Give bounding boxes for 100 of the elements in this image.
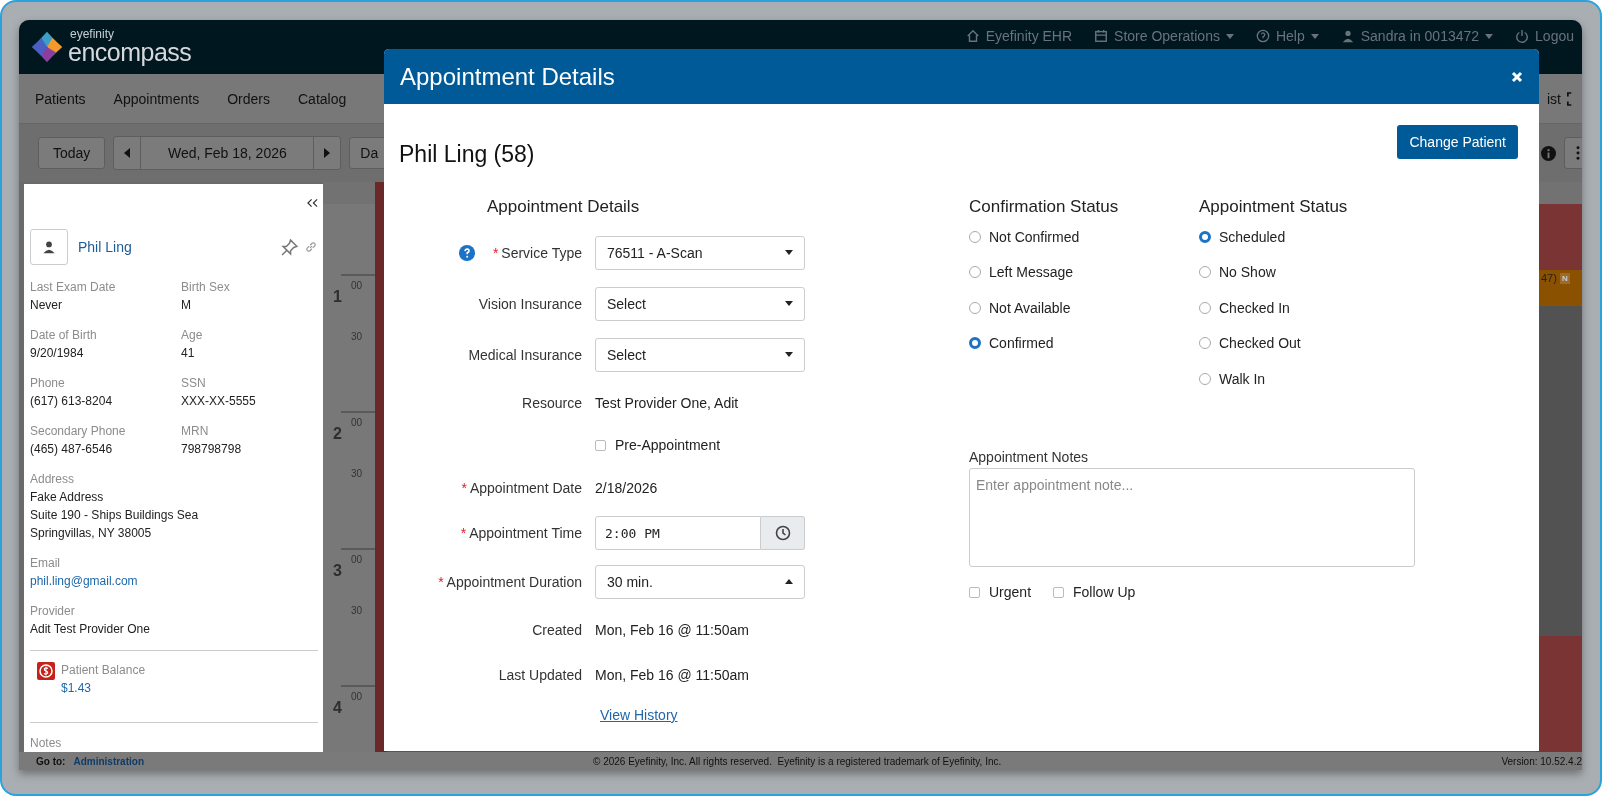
field-label: SSN <box>181 375 207 392</box>
field-value: M <box>181 297 192 314</box>
balance-link[interactable]: $1.43 <box>61 679 146 697</box>
field-value: Adit Test Provider One <box>30 621 151 638</box>
goto-label: Go to: <box>36 755 66 767</box>
field-value: Mon, Feb 16 @ 11:50am <box>595 621 750 638</box>
nav-item[interactable]: Orders <box>227 90 270 107</box>
hour-label: 4 <box>333 698 343 718</box>
address-line: Suite 190 - Ships Buildings Sea <box>30 507 200 524</box>
appointment-text: 47) <box>1541 272 1557 284</box>
change-patient-button[interactable]: Change Patient <box>1397 125 1518 159</box>
checkbox-label: Pre-Appointment <box>615 437 721 453</box>
hour-label: 2 <box>333 424 343 444</box>
field-value: (465) 487-6546 <box>30 441 114 458</box>
radio-label: Left Message <box>989 264 1074 281</box>
field-value: (617) 613-8204 <box>30 393 114 410</box>
patient-heading: Phil Ling (58) <box>399 141 535 168</box>
field-label: Phone <box>30 375 66 392</box>
field-label: Last Exam Date <box>30 279 117 296</box>
minute-label: 00 <box>351 554 363 565</box>
notes-label: Appointment Notes <box>969 449 1090 465</box>
radio-label: Checked In <box>1219 299 1290 316</box>
nav-item[interactable]: Appointments <box>113 90 200 107</box>
select-field[interactable]: 30 min. <box>595 564 805 599</box>
date-label: Wed, Feb 18, 2026 <box>140 137 315 169</box>
select-field[interactable]: Select <box>595 337 805 372</box>
section-title: Appointment Status <box>1199 197 1349 218</box>
email-link[interactable]: phil.ling@gmail.com <box>30 572 318 590</box>
field-label: Address <box>30 471 76 488</box>
minute-label: 00 <box>351 691 363 702</box>
section-title: Appointment Details <box>486 197 641 218</box>
field-label: Provider <box>30 603 76 620</box>
time-field[interactable]: 2:00 PM <box>595 516 761 550</box>
select-field[interactable]: Select <box>595 286 805 321</box>
version-text: Version: 10.52.4.2 <box>1501 755 1582 767</box>
field-label: Email <box>30 555 61 572</box>
notes-label: Notes <box>30 735 63 752</box>
header-link[interactable]: Store Operations <box>1094 28 1234 44</box>
required-mark: * <box>460 525 467 541</box>
field-label: Service Type <box>501 244 582 261</box>
field-value: 798798798 <box>181 441 243 458</box>
field-label: Patient Balance <box>61 662 146 679</box>
field-label: Created <box>532 621 582 638</box>
brand-name: encompass <box>68 40 192 65</box>
header-link[interactable]: Help <box>1255 28 1319 44</box>
header-link[interactable]: Sandra in 0013472 <box>1340 28 1494 44</box>
field-label: Date of Birth <box>30 327 98 344</box>
field-label: Medical Insurance <box>468 346 582 363</box>
dialog-title: Appointment Details <box>400 62 615 91</box>
copyright-text: © 2026 Eyefinity, Inc. All rights reserved. Eyefinity is a registered trademark of Eyefinity, Inc. <box>593 755 1002 767</box>
radio-label: Checked Out <box>1219 335 1301 352</box>
header-link[interactable]: Eyefinity EHR <box>965 28 1073 44</box>
field-label: Appointment Time <box>469 525 582 541</box>
minute-label: 30 <box>351 605 363 616</box>
select-field[interactable]: 76511 - A-Scan <box>595 235 805 270</box>
required-mark: * <box>438 573 444 590</box>
radio-label: Not Confirmed <box>989 228 1080 245</box>
field-value: Mon, Feb 16 @ 11:50am <box>595 666 750 683</box>
badge: N <box>1559 273 1570 284</box>
view-history-link[interactable]: View History <box>600 707 678 723</box>
required-mark: * <box>492 244 499 261</box>
field-value: Test Provider One, Adit <box>595 394 739 411</box>
field-label: Appointment Duration <box>446 573 582 590</box>
field-value: Never <box>30 297 63 314</box>
patient-name-link[interactable]: Phil Ling <box>78 239 132 255</box>
minute-label: 00 <box>351 280 363 291</box>
required-mark: * <box>461 479 467 496</box>
brand-name: eyefinity <box>70 28 116 40</box>
today-button[interactable]: Today <box>38 137 106 169</box>
minute-label: 30 <box>351 331 363 342</box>
field-label: Age <box>181 327 204 344</box>
address-line: Springvillas, NY 38005 <box>30 525 153 542</box>
hour-label: 3 <box>333 561 343 581</box>
minute-label: 30 <box>351 468 363 479</box>
field-label: Appointment Date <box>469 479 582 496</box>
field-value: 2/18/2026 <box>595 479 658 496</box>
section-title: Confirmation Status <box>969 197 1120 218</box>
hour-label: 1 <box>333 287 343 307</box>
field-label: Secondary Phone <box>30 423 127 440</box>
appointment-block[interactable]: 47) N <box>1536 270 1582 306</box>
header-link[interactable]: Logou <box>1515 28 1574 44</box>
radio-label: Confirmed <box>989 335 1054 352</box>
field-label: MRN <box>181 423 210 440</box>
checkbox-label: Urgent <box>989 584 1032 600</box>
nav-item[interactable]: ist <box>1547 90 1561 107</box>
field-label: Birth Sex <box>181 279 231 296</box>
field-value: XXX-XX-5555 <box>181 393 257 410</box>
address-line: Fake Address <box>30 489 105 506</box>
field-label: Vision Insurance <box>478 295 582 312</box>
field-label: Last Updated <box>498 666 582 683</box>
radio-label: Scheduled <box>1219 228 1286 245</box>
checkbox-label: Follow Up <box>1073 584 1136 600</box>
radio-label: Not Available <box>989 299 1071 316</box>
notes-field[interactable]: Enter appointment note... <box>969 468 1415 567</box>
field-value: 41 <box>181 345 196 362</box>
nav-item[interactable]: Catalog <box>298 90 347 107</box>
minute-label: 00 <box>351 417 363 428</box>
administration-link[interactable]: Administration <box>73 755 144 767</box>
nav-item[interactable]: Patients <box>35 90 86 107</box>
field-label: Resource <box>522 394 582 411</box>
